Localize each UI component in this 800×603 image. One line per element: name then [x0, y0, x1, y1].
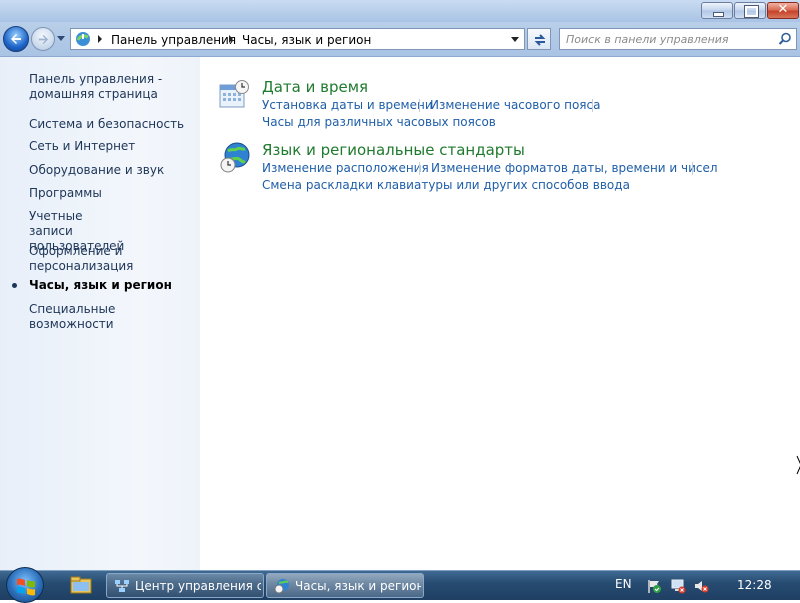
refresh-button[interactable]	[527, 28, 551, 50]
sidebar-item-ease-of-access[interactable]: Специальные возможности	[29, 302, 197, 332]
task-link-change-location[interactable]: Изменение расположения	[262, 161, 429, 175]
link-separator	[692, 162, 693, 175]
breadcrumb-clock-language-region[interactable]: Часы, язык и регион	[242, 33, 371, 47]
current-item-bullet	[12, 283, 17, 288]
action-center-flag-icon[interactable]	[646, 578, 662, 594]
minimize-button[interactable]	[701, 2, 733, 19]
sidebar-item-control-panel-home[interactable]: Панель управления - домашняя страница	[29, 72, 197, 102]
chevron-down-icon[interactable]	[511, 37, 519, 42]
volume-muted-icon[interactable]	[693, 578, 709, 594]
refresh-icon	[534, 34, 546, 46]
taskbar: Центр управления с... Часы, язык и регио…	[0, 567, 800, 603]
search-icon[interactable]	[778, 32, 792, 46]
globe-clock-icon[interactable]	[218, 141, 252, 175]
category-title-region-language[interactable]: Язык и региональные стандарты	[262, 141, 525, 159]
control-panel-icon	[76, 32, 90, 46]
search-input[interactable]: Поиск в панели управления	[559, 28, 797, 50]
task-link-change-time-zone[interactable]: Изменение часового пояса	[430, 98, 600, 112]
sidebar-item-system-security[interactable]: Система и безопасность	[29, 117, 197, 132]
main-content: Дата и время Установка даты и времени Из…	[200, 57, 800, 570]
forward-arrow-icon	[38, 34, 49, 45]
close-button[interactable]: ✕	[767, 2, 799, 19]
sidebar-item-programs[interactable]: Программы	[29, 186, 197, 201]
sidebar-item-appearance[interactable]: Оформление и персонализация	[29, 244, 139, 274]
sidebar-item-network-internet[interactable]: Сеть и Интернет	[29, 139, 197, 154]
task-link-change-keyboards[interactable]: Смена раскладки клавиатуры или других сп…	[262, 178, 630, 192]
folder-icon[interactable]	[70, 576, 92, 594]
link-separator	[419, 99, 420, 112]
taskbar-window-label: Центр управления с...	[135, 579, 261, 593]
system-clock[interactable]: 12:28	[737, 578, 772, 592]
close-icon: ✕	[777, 2, 789, 17]
search-placeholder: Поиск в панели управления	[566, 33, 729, 46]
network-center-icon	[115, 580, 129, 592]
breadcrumb-separator-icon[interactable]	[229, 35, 233, 43]
sidebar-item-clock-language-region[interactable]: Часы, язык и регион	[29, 278, 197, 293]
network-disconnected-icon[interactable]	[670, 578, 686, 594]
taskbar-window-network-center[interactable]: Центр управления с...	[106, 573, 264, 598]
start-button[interactable]	[6, 567, 44, 603]
link-separator	[419, 162, 420, 175]
calendar-clock-icon[interactable]	[218, 79, 250, 111]
task-link-additional-clocks[interactable]: Часы для различных часовых поясов	[262, 115, 496, 129]
text-cursor-icon	[796, 455, 800, 475]
breadcrumb-control-panel[interactable]: Панель управления	[111, 33, 236, 47]
language-indicator[interactable]: EN	[615, 577, 632, 591]
windows-logo-icon	[17, 578, 35, 596]
task-link-set-date-time[interactable]: Установка даты и времени	[262, 98, 433, 112]
link-separator	[592, 99, 593, 112]
title-bar: ✕	[0, 0, 800, 22]
sidebar-item-hardware-sound[interactable]: Оборудование и звук	[29, 163, 197, 178]
address-bar[interactable]: Панель управления Часы, язык и регион	[70, 28, 525, 50]
maximize-button[interactable]	[734, 2, 766, 19]
task-link-change-formats[interactable]: Изменение форматов даты, времени и чисел	[431, 161, 718, 175]
recent-pages-dropdown[interactable]	[57, 36, 65, 41]
category-title-date-time[interactable]: Дата и время	[262, 78, 368, 96]
sidebar: Панель управления - домашняя страница Си…	[0, 57, 200, 570]
taskbar-window-label: Часы, язык и регион	[295, 579, 421, 593]
back-button[interactable]	[3, 26, 29, 52]
breadcrumb-separator-icon[interactable]	[98, 35, 102, 43]
back-arrow-icon	[11, 34, 21, 44]
taskbar-window-clock-language-region[interactable]: Часы, язык и регион	[266, 573, 424, 598]
globe-clock-icon	[274, 579, 289, 594]
forward-button[interactable]	[31, 27, 55, 51]
navigation-bar: Панель управления Часы, язык и регион По…	[0, 22, 800, 57]
